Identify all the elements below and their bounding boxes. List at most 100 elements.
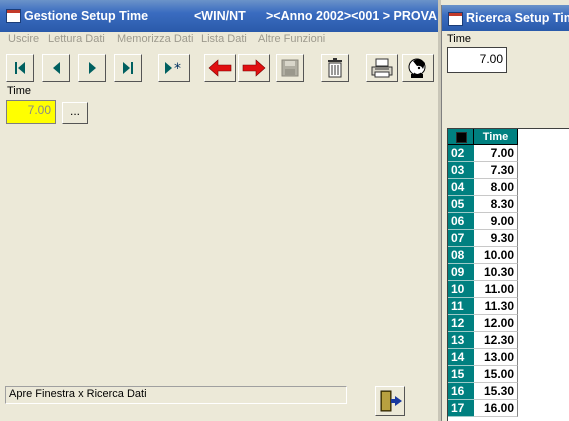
grid-row-id[interactable]: 16	[448, 383, 474, 400]
previous-record-icon	[53, 62, 60, 74]
grid-row-id[interactable]: 11	[448, 298, 474, 315]
grid-row-id[interactable]: 06	[448, 213, 474, 230]
print-icon	[371, 58, 393, 78]
undo-icon	[208, 59, 232, 77]
grid-row-id[interactable]: 03	[448, 162, 474, 179]
save-icon	[281, 59, 299, 77]
time-label: Time	[7, 85, 32, 97]
menu-bar: Uscire Lettura Dati Memorizza Dati Lista…	[0, 32, 440, 49]
grid-cell-time[interactable]: 7.00	[474, 145, 518, 162]
grid-cell-time[interactable]: 9.00	[474, 213, 518, 230]
grid-row[interactable]: 15 15.00	[448, 366, 569, 383]
grid-row[interactable]: 11 11.30	[448, 298, 569, 315]
print-button[interactable]	[366, 54, 398, 82]
grid-row[interactable]: 08 10.00	[448, 247, 569, 264]
grid-column-time[interactable]: Time	[474, 129, 518, 145]
grid-row[interactable]: 12 12.00	[448, 315, 569, 332]
grid-cell-time[interactable]: 11.30	[474, 298, 518, 315]
grid-cell-time[interactable]: 8.30	[474, 196, 518, 213]
first-record-icon	[15, 62, 25, 74]
grid-row[interactable]: 09 10.30	[448, 264, 569, 281]
help-button[interactable]	[402, 54, 434, 82]
results-grid: Time 02 7.00 03 7.30 04 8.00 05 8.30 06 9.00 07 9.3…	[447, 128, 569, 421]
grid-cell-time[interactable]: 13.00	[474, 349, 518, 366]
grid-row[interactable]: 13 12.30	[448, 332, 569, 349]
first-record-button[interactable]	[6, 54, 34, 82]
previous-record-button[interactable]	[42, 54, 70, 82]
search-time-input[interactable]: 7.00	[447, 47, 507, 73]
grid-cell-time[interactable]: 9.30	[474, 230, 518, 247]
setup-time-window: Gestione Setup Time <WIN/NT ><Anno 2002>…	[0, 0, 440, 421]
redo-button[interactable]	[238, 54, 270, 82]
grid-row-id[interactable]: 05	[448, 196, 474, 213]
grid-cell-time[interactable]: 10.00	[474, 247, 518, 264]
save-button[interactable]	[276, 54, 304, 82]
grid-cell-time[interactable]: 15.00	[474, 366, 518, 383]
grid-row-id[interactable]: 08	[448, 247, 474, 264]
grid-cell-time[interactable]: 11.00	[474, 281, 518, 298]
main-window-title: Gestione Setup Time	[24, 9, 149, 23]
grid-cell-time[interactable]: 16.00	[474, 400, 518, 417]
grid-row[interactable]: 02 7.00	[448, 145, 569, 162]
main-title-bar[interactable]: Gestione Setup Time <WIN/NT ><Anno 2002>…	[0, 0, 440, 32]
next-record-icon	[89, 62, 96, 74]
grid-row-id[interactable]: 13	[448, 332, 474, 349]
grid-row-id[interactable]: 07	[448, 230, 474, 247]
search-window: Ricerca Setup Time Time 7.00 Time 027.00…	[441, 5, 569, 421]
status-bar: Apre Finestra x Ricerca Dati	[5, 386, 347, 404]
grid-row[interactable]: 07 9.30	[448, 230, 569, 247]
undo-button[interactable]	[204, 54, 236, 82]
search-title-bar[interactable]: Ricerca Setup Time	[442, 5, 569, 31]
next-record-button[interactable]	[78, 54, 106, 82]
new-record-button[interactable]: *	[158, 54, 190, 82]
grid-row-id[interactable]: 15	[448, 366, 474, 383]
grid-row[interactable]: 16 15.30	[448, 383, 569, 400]
title-segment-win: <WIN/NT	[194, 9, 246, 23]
last-record-icon	[123, 62, 133, 74]
delete-icon	[328, 58, 342, 78]
help-icon	[408, 58, 426, 78]
time-input[interactable]: 7.00	[6, 100, 56, 124]
grid-row-id[interactable]: 10	[448, 281, 474, 298]
menu-uscire[interactable]: Uscire	[8, 33, 39, 45]
new-record-icon: *	[165, 61, 181, 77]
grid-row-id[interactable]: 12	[448, 315, 474, 332]
browse-button[interactable]: ...	[62, 102, 88, 124]
grid-row[interactable]: 06 9.00	[448, 213, 569, 230]
last-record-button[interactable]	[114, 54, 142, 82]
exit-door-icon	[380, 390, 402, 412]
grid-cell-time[interactable]: 7.30	[474, 162, 518, 179]
grid-cell-time[interactable]: 10.30	[474, 264, 518, 281]
exit-button[interactable]	[375, 386, 405, 416]
grid-cell-time[interactable]: 12.00	[474, 315, 518, 332]
svg-text:*: *	[174, 61, 181, 77]
grid-row[interactable]: 05 8.30	[448, 196, 569, 213]
grid-row-id[interactable]: 04	[448, 179, 474, 196]
menu-lettura-dati[interactable]: Lettura Dati	[48, 33, 105, 45]
grid-header: Time	[448, 129, 569, 145]
grid-cell-time[interactable]: 12.30	[474, 332, 518, 349]
grid-rows: 02 7.00 03 7.30 04 8.00 05 8.30 06 9.00 07 9.30 08 10…	[448, 145, 569, 417]
search-time-label: Time	[447, 33, 472, 45]
search-window-title: Ricerca Setup Time	[466, 11, 569, 25]
delete-button[interactable]	[321, 54, 349, 82]
grid-cell-time[interactable]: 8.00	[474, 179, 518, 196]
title-segment-year: ><Anno 2002><001 > PROVA	[266, 9, 438, 23]
grid-row[interactable]: 10 11.00	[448, 281, 569, 298]
grid-row[interactable]: 17 16.00	[448, 400, 569, 417]
redo-icon	[242, 59, 266, 77]
window-icon	[448, 12, 463, 26]
grid-row[interactable]: 14 13.00	[448, 349, 569, 366]
grid-row-id[interactable]: 14	[448, 349, 474, 366]
grid-select-all[interactable]	[448, 129, 474, 145]
grid-row-id[interactable]: 02	[448, 145, 474, 162]
grid-row[interactable]: 03 7.30	[448, 162, 569, 179]
menu-lista-dati[interactable]: Lista Dati	[201, 33, 247, 45]
grid-row[interactable]: 04 8.00	[448, 179, 569, 196]
menu-altre-funzioni[interactable]: Altre Funzioni	[258, 33, 325, 45]
grid-row-id[interactable]: 17	[448, 400, 474, 417]
menu-memorizza-dati[interactable]: Memorizza Dati	[117, 33, 193, 45]
grid-cell-time[interactable]: 15.30	[474, 383, 518, 400]
window-icon	[6, 9, 21, 23]
grid-row-id[interactable]: 09	[448, 264, 474, 281]
